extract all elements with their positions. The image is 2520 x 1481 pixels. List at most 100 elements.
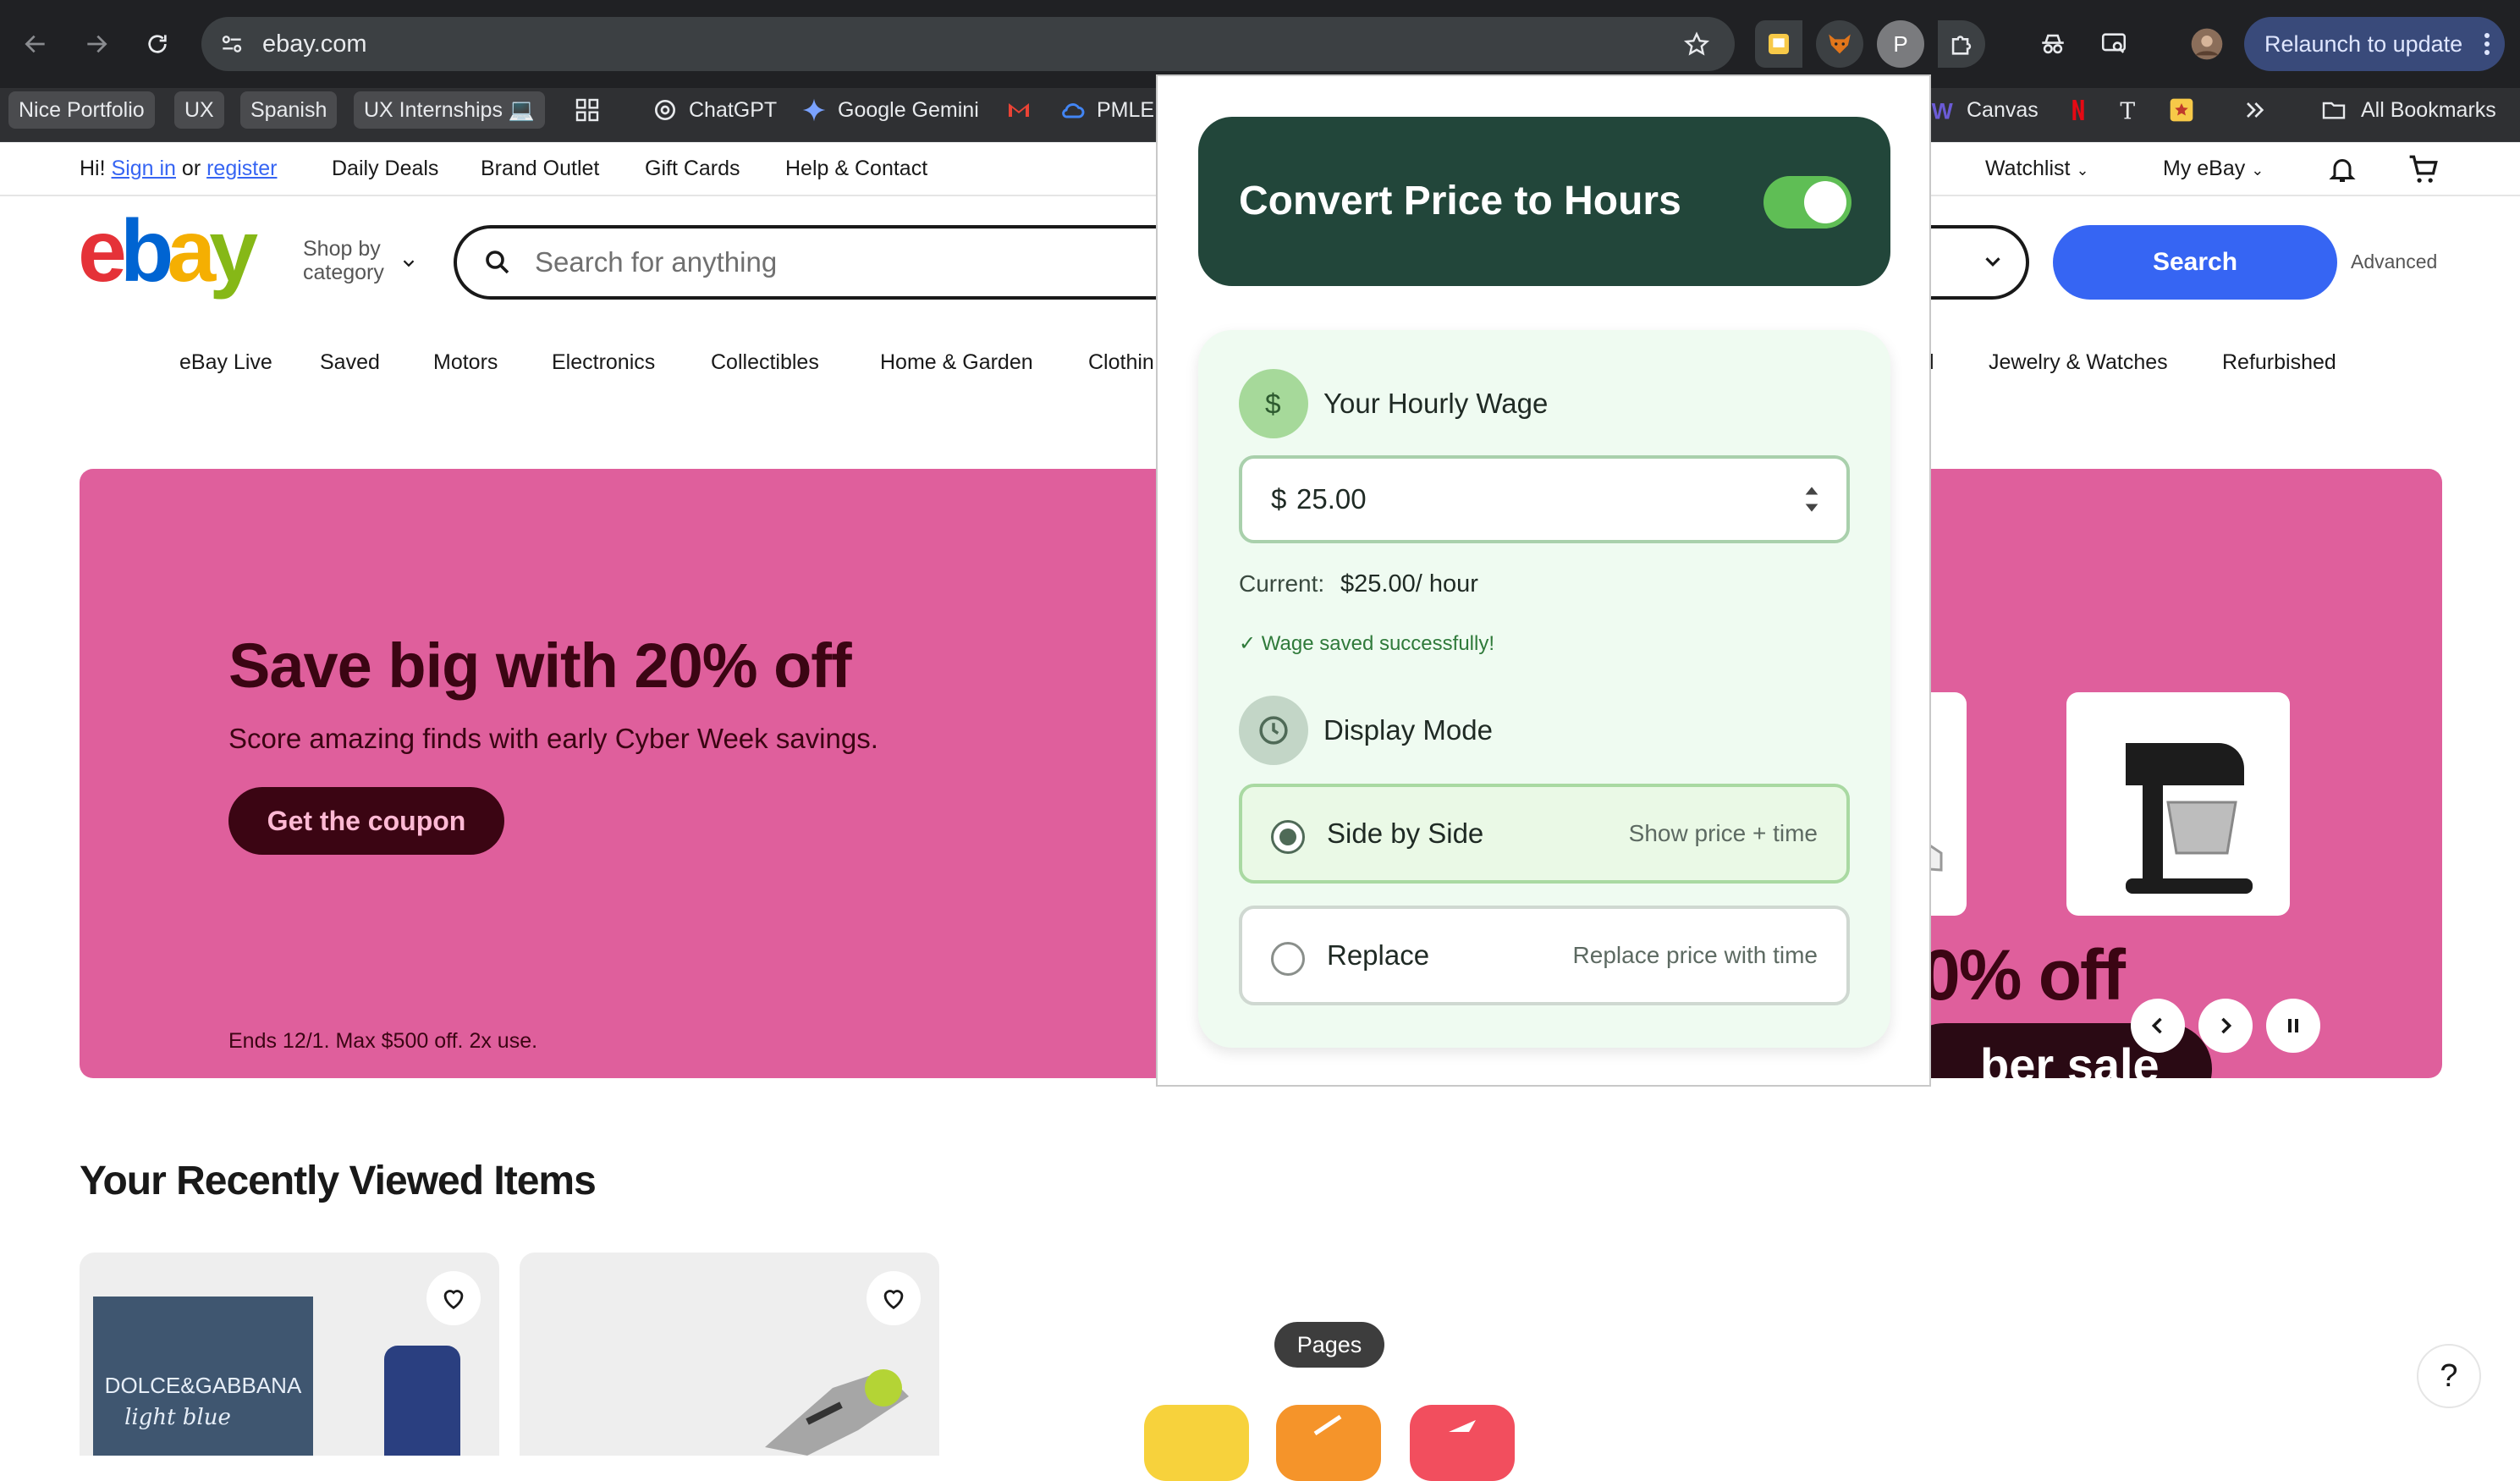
watch-item-button[interactable] bbox=[867, 1271, 921, 1325]
puzzle-icon bbox=[1951, 36, 1972, 55]
number-stepper-icon[interactable] bbox=[1802, 481, 1821, 518]
gemini-icon bbox=[802, 98, 826, 122]
hourly-wage-input[interactable] bbox=[1296, 459, 1770, 540]
sticky-note-icon bbox=[1769, 34, 1789, 54]
netflix-icon[interactable] bbox=[2065, 96, 2092, 124]
bookmark-ux-internships[interactable]: UX Internships 💻 bbox=[354, 91, 546, 129]
chevron-down-icon[interactable] bbox=[1980, 249, 2006, 274]
help-contact-link[interactable]: Help & Contact bbox=[785, 142, 927, 195]
mode-replace-option[interactable]: Replace Replace price with time bbox=[1239, 906, 1850, 1005]
watch-item-button[interactable] bbox=[426, 1271, 481, 1325]
get-coupon-button[interactable]: Get the coupon bbox=[228, 787, 504, 855]
hourly-wage-field[interactable]: $ bbox=[1239, 455, 1850, 543]
category-home-garden[interactable]: Home & Garden bbox=[880, 350, 1033, 375]
recently-viewed-item[interactable]: DOLCE&GABBANA light blue bbox=[80, 1253, 499, 1456]
bookmark-nice-portfolio[interactable]: Nice Portfolio bbox=[8, 91, 155, 129]
extension-fox[interactable] bbox=[1816, 20, 1863, 68]
site-settings-icon[interactable] bbox=[218, 30, 245, 58]
notes-app-icon[interactable] bbox=[1144, 1405, 1249, 1481]
extension-sticky-notes[interactable] bbox=[1755, 20, 1802, 68]
mode-label: Side by Side bbox=[1327, 818, 1484, 849]
perfume-brand-text: DOLCE&GABBANA bbox=[104, 1373, 302, 1398]
gmail-icon[interactable] bbox=[1005, 96, 1032, 124]
app-icon[interactable] bbox=[1410, 1405, 1515, 1481]
bookmark-google-gemini[interactable]: Google Gemini bbox=[828, 91, 989, 129]
brand-outlet-link[interactable]: Brand Outlet bbox=[481, 142, 599, 195]
gift-cards-link[interactable]: Gift Cards bbox=[645, 142, 740, 195]
category-clothing[interactable]: Clothin bbox=[1088, 350, 1154, 375]
bookmark-star-icon[interactable] bbox=[1682, 30, 1711, 59]
recently-viewed-item[interactable] bbox=[520, 1253, 939, 1456]
google-cloud-icon bbox=[1062, 103, 1085, 118]
dollar-icon: $ bbox=[1239, 369, 1308, 438]
display-mode-title: Display Mode bbox=[1323, 714, 1493, 746]
enable-toggle[interactable] bbox=[1763, 176, 1851, 228]
category-motors[interactable]: Motors bbox=[433, 350, 498, 375]
pause-icon bbox=[2288, 1019, 2298, 1032]
product-card-mixer[interactable] bbox=[2066, 692, 2290, 916]
popup-title: Convert Price to Hours bbox=[1239, 179, 1681, 223]
carousel-next-button[interactable] bbox=[2198, 999, 2253, 1053]
shop-by-category[interactable]: Shop by category bbox=[303, 237, 384, 284]
address-bar[interactable]: ebay.com bbox=[201, 17, 1735, 71]
hero-subtitle: Score amazing finds with early Cyber Wee… bbox=[228, 723, 878, 754]
chevron-down-icon bbox=[403, 260, 415, 267]
radio-selected-icon[interactable] bbox=[1271, 820, 1305, 854]
radio-unselected-icon[interactable] bbox=[1271, 942, 1305, 976]
search-input[interactable]: Search for anything bbox=[535, 228, 777, 296]
carousel-prev-button[interactable] bbox=[2131, 999, 2185, 1053]
perfume-bottle-image bbox=[384, 1346, 460, 1456]
star-bookmark-icon[interactable] bbox=[2168, 96, 2195, 124]
ebay-logo[interactable]: ebay bbox=[78, 215, 281, 300]
category-refurbished[interactable]: Refurbished bbox=[2222, 350, 2336, 375]
all-bookmarks[interactable]: All Bookmarks bbox=[2351, 91, 2506, 129]
url-text[interactable]: ebay.com bbox=[262, 17, 367, 71]
svg-text:W: W bbox=[1932, 99, 1954, 124]
watchlist-link[interactable]: Watchlist ⌄ bbox=[1985, 142, 2089, 195]
back-button[interactable] bbox=[12, 20, 59, 68]
category-saved[interactable]: Saved bbox=[320, 350, 380, 375]
notification-bell-icon[interactable] bbox=[2327, 154, 2358, 184]
screen-search-icon bbox=[2101, 33, 2127, 53]
daily-deals-link[interactable]: Daily Deals bbox=[332, 142, 438, 195]
category-ebay-live[interactable]: eBay Live bbox=[179, 350, 272, 375]
pages-app-icon[interactable] bbox=[1276, 1405, 1381, 1481]
currency-symbol: $ bbox=[1271, 483, 1287, 515]
apps-grid-icon[interactable] bbox=[574, 96, 601, 124]
sign-in-link[interactable]: Sign in bbox=[112, 157, 176, 180]
bookmark-canvas[interactable]: Canvas bbox=[1956, 91, 2049, 129]
current-wage-label: Current: bbox=[1239, 570, 1325, 597]
my-ebay-link[interactable]: My eBay ⌄ bbox=[2163, 142, 2264, 195]
incognito-button[interactable] bbox=[2029, 20, 2077, 68]
forward-button[interactable] bbox=[73, 20, 120, 68]
advanced-search-link[interactable]: Advanced bbox=[2351, 251, 2437, 273]
category-electronics[interactable]: Electronics bbox=[552, 350, 655, 375]
cast-search-button[interactable] bbox=[2090, 20, 2138, 68]
category-jewelry-watches[interactable]: Jewelry & Watches bbox=[1989, 350, 2168, 375]
extensions-menu-button[interactable] bbox=[1938, 20, 1985, 68]
mode-description: Show price + time bbox=[1628, 820, 1818, 846]
mode-side-by-side-option[interactable]: Side by Side Show price + time bbox=[1239, 784, 1850, 884]
profile-avatar[interactable] bbox=[2183, 20, 2231, 68]
reload-button[interactable] bbox=[134, 20, 181, 68]
chevron-double-right-icon[interactable] bbox=[2241, 96, 2268, 124]
help-button[interactable]: ? bbox=[2417, 1344, 2481, 1408]
or-text: or bbox=[181, 157, 201, 180]
bookmark-ux[interactable]: UX bbox=[174, 91, 224, 129]
bookmark-chatgpt[interactable]: ChatGPT bbox=[679, 91, 787, 129]
cart-icon[interactable] bbox=[2407, 154, 2440, 184]
extension-price-to-hours[interactable]: P bbox=[1877, 20, 1924, 68]
bookmark-pmle[interactable]: PMLE bbox=[1087, 91, 1164, 129]
canvas-icon: W bbox=[1932, 99, 1954, 124]
register-link[interactable]: register bbox=[206, 157, 277, 180]
hero-fine-print: Ends 12/1. Max $500 off. 2x use. bbox=[228, 1029, 538, 1053]
popup-header: Convert Price to Hours bbox=[1198, 117, 1890, 286]
nytimes-icon[interactable]: T bbox=[2116, 96, 2143, 124]
search-button[interactable]: Search bbox=[2053, 225, 2337, 300]
carousel-pause-button[interactable] bbox=[2266, 999, 2320, 1053]
category-collectibles[interactable]: Collectibles bbox=[711, 350, 819, 375]
fox-icon bbox=[1829, 34, 1851, 54]
relaunch-button[interactable]: Relaunch to update bbox=[2244, 17, 2505, 71]
bookmark-spanish[interactable]: Spanish bbox=[240, 91, 338, 129]
pages-tooltip: Pages bbox=[1274, 1322, 1384, 1368]
